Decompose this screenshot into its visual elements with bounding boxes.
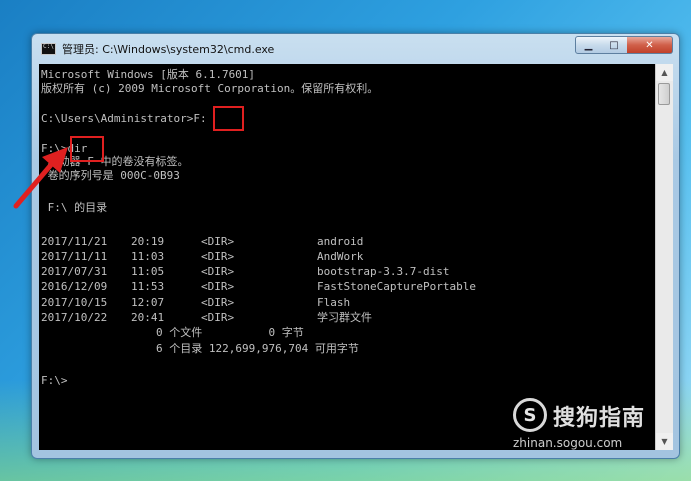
console-prompt-change-drive: C:\Users\Administrator>F: — [41, 112, 207, 125]
entry-type: <DIR> — [201, 235, 235, 248]
entry-time: 20:41 — [131, 311, 165, 324]
vertical-scrollbar[interactable]: ▲ ▼ — [655, 64, 673, 450]
scroll-down-arrow-icon[interactable]: ▼ — [656, 433, 673, 450]
close-button[interactable]: ✕ — [627, 36, 673, 54]
window-title: 管理员: C:\Windows\system32\cmd.exe — [62, 43, 275, 56]
maximize-button[interactable]: □ — [601, 36, 628, 54]
console-summary-dirs: 6 个目录 122,699,976,704 可用字节 — [156, 342, 359, 355]
entry-time: 12:07 — [131, 296, 165, 309]
entry-date: 2017/10/22 — [41, 311, 108, 324]
entry-type: <DIR> — [201, 280, 235, 293]
cmd-app-icon[interactable] — [41, 43, 56, 55]
entry-type: <DIR> — [201, 296, 235, 309]
entry-name: AndWork — [317, 250, 364, 263]
title-bar[interactable]: 管理员: C:\Windows\system32\cmd.exe ▁ □ ✕ — [32, 34, 679, 64]
sogou-logo-icon: S — [513, 398, 547, 432]
entry-name: 学习群文件 — [317, 311, 372, 324]
entry-type: <DIR> — [201, 311, 235, 324]
entry-date: 2016/12/09 — [41, 280, 108, 293]
minimize-button[interactable]: ▁ — [575, 36, 602, 54]
cmd-window: 管理员: C:\Windows\system32\cmd.exe ▁ □ ✕ M… — [31, 33, 680, 459]
entry-date: 2017/07/31 — [41, 265, 108, 278]
entry-name: FastStoneCapturePortable — [317, 280, 476, 293]
entry-name: Flash — [317, 296, 351, 309]
entry-date: 2017/11/11 — [41, 250, 108, 263]
highlight-box-drive-command — [213, 106, 244, 131]
entry-type: <DIR> — [201, 265, 235, 278]
scroll-up-arrow-icon[interactable]: ▲ — [656, 64, 673, 81]
red-arrow-icon — [13, 147, 68, 209]
console-current-prompt: F:\> — [41, 374, 68, 387]
entry-date: 2017/10/15 — [41, 296, 108, 309]
entry-time: 11:53 — [131, 280, 165, 293]
console-header-version: Microsoft Windows [版本 6.1.7601] — [41, 68, 256, 81]
watermark-name: 搜狗指南 — [553, 406, 646, 431]
highlight-box-dir-command — [70, 136, 104, 162]
entry-time: 11:03 — [131, 250, 165, 263]
watermark-url: zhinan.sogou.com — [513, 436, 623, 450]
console-output[interactable]: Microsoft Windows [版本 6.1.7601] 版权所有 (c)… — [39, 64, 655, 450]
entry-time: 11:05 — [131, 265, 165, 278]
entry-type: <DIR> — [201, 250, 235, 263]
entry-time: 20:19 — [131, 235, 165, 248]
console-header-copyright: 版权所有 (c) 2009 Microsoft Corporation。保留所有… — [41, 82, 379, 95]
scroll-thumb[interactable] — [658, 83, 670, 105]
entry-date: 2017/11/21 — [41, 235, 108, 248]
entry-name: android — [317, 235, 364, 248]
entry-name: bootstrap-3.3.7-dist — [317, 265, 450, 278]
console-summary-files: 0 个文件 0 字节 — [156, 326, 304, 339]
